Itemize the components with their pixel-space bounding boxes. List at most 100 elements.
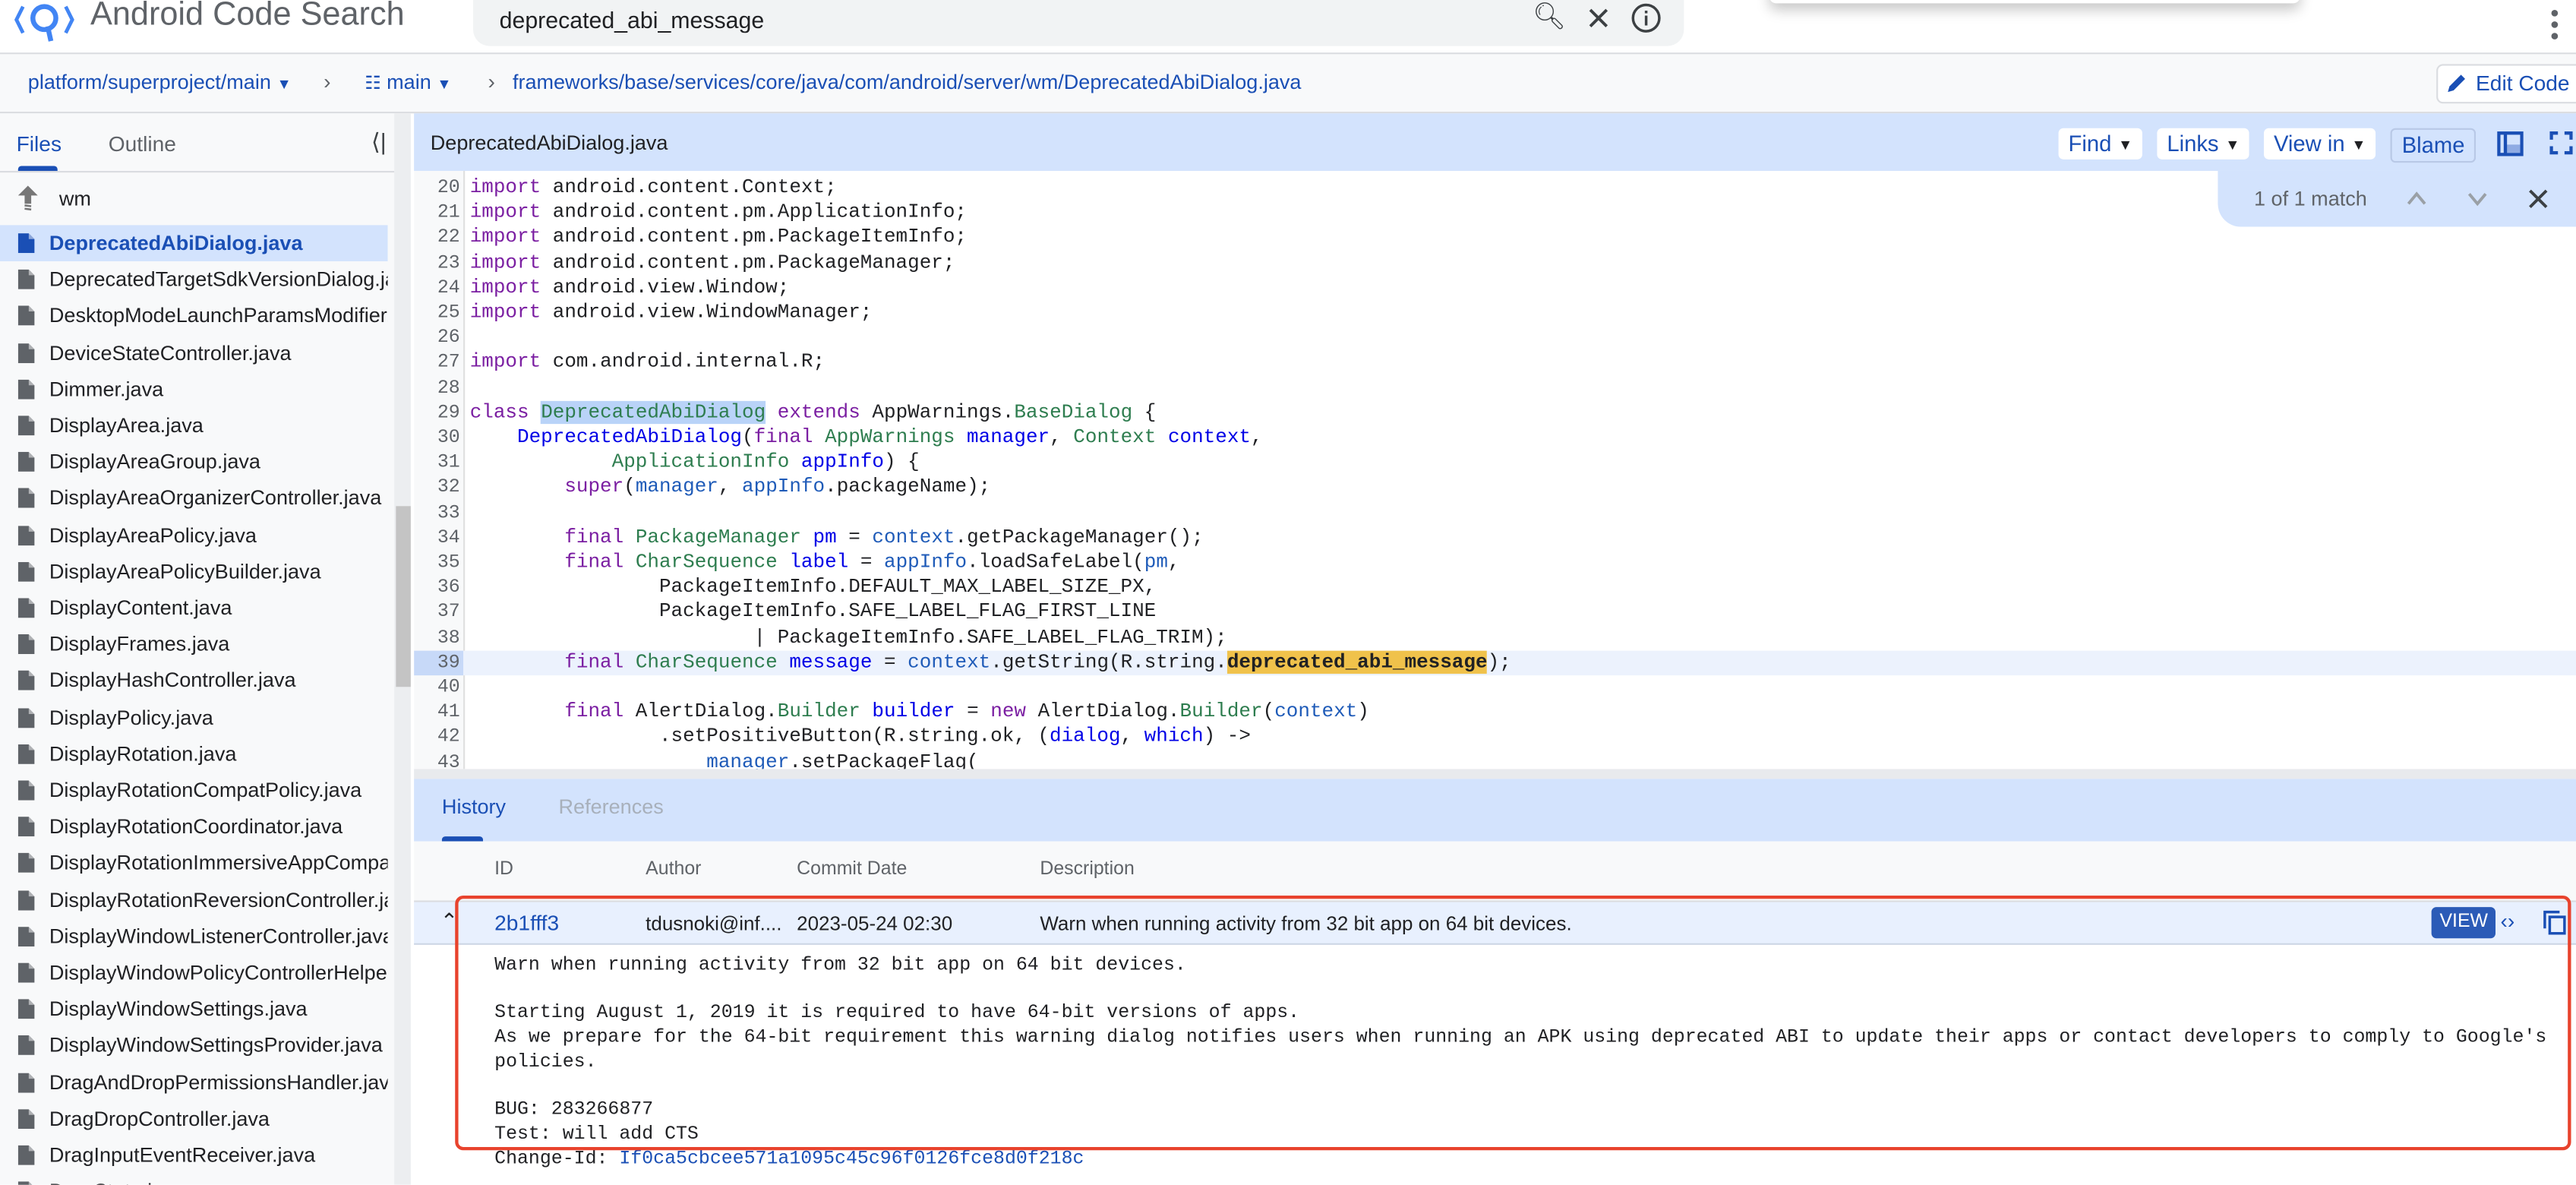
code-line[interactable]: 38 | PackageItemInfo.SAFE_LABEL_FLAG_TRI… (414, 625, 2576, 650)
line-number[interactable]: 43 (427, 750, 460, 769)
code-line[interactable]: 22 import android.content.pm.PackageItemI… (414, 226, 2576, 251)
code-line[interactable]: 42 .setPositiveButton(R.string.ok, (dial… (414, 725, 2576, 750)
code-line[interactable]: 41 final AlertDialog.Builder builder = n… (414, 700, 2576, 725)
parent-directory-row[interactable]: wm (0, 181, 388, 217)
line-number[interactable]: 25 (427, 301, 460, 326)
code-line[interactable]: 37 PackageItemInfo.SAFE_LABEL_FLAG_FIRST… (414, 600, 2576, 625)
file-item[interactable]: DeprecatedTargetSdkVersionDialog.java (0, 261, 388, 298)
code-line[interactable]: 28 (414, 376, 2576, 401)
code-line[interactable]: 34 final PackageManager pm = context.get… (414, 526, 2576, 551)
file-item[interactable]: DisplayAreaOrganizerController.java (0, 481, 388, 517)
file-item[interactable]: DisplayRotationReversionController.java (0, 882, 388, 918)
tab-references[interactable]: References (559, 795, 664, 818)
view-in-button[interactable]: View in ▼ (2263, 128, 2376, 160)
file-item[interactable]: DisplayHashController.java (0, 663, 388, 700)
file-item[interactable]: DeviceStateController.java (0, 334, 388, 371)
file-item[interactable]: DragState.java (0, 1174, 388, 1185)
file-item[interactable]: DisplayRotationImmersiveAppCompatPolicy.… (0, 845, 388, 882)
file-item[interactable]: DisplayPolicy.java (0, 700, 388, 736)
line-number[interactable]: 34 (427, 526, 460, 551)
tab-history[interactable]: History (442, 795, 506, 818)
file-item[interactable]: DragAndDropPermissionsHandler.java (0, 1064, 388, 1101)
code-line[interactable]: 29 class DeprecatedAbiDialog extends AppW… (414, 400, 2576, 425)
tab-files[interactable]: Files (17, 131, 62, 156)
code-token[interactable]: DeprecatedAbiDialog (541, 400, 766, 424)
file-item[interactable]: Dimmer.java (0, 371, 388, 407)
file-item[interactable]: DisplayWindowSettingsProvider.java (0, 1028, 388, 1064)
search-input[interactable] (496, 0, 1522, 40)
find-button[interactable]: Find ▼ (2058, 128, 2143, 160)
line-number[interactable]: 40 (427, 675, 460, 700)
code-line[interactable]: 25 import android.view.WindowManager; (414, 301, 2576, 326)
search-match[interactable]: deprecated_abi_message (1226, 650, 1488, 674)
previous-match-icon[interactable] (2405, 189, 2428, 209)
file-item[interactable]: DisplayRotationCompatPolicy.java (0, 773, 388, 809)
file-item[interactable]: DisplayAreaPolicy.java (0, 517, 388, 554)
blame-button[interactable]: Blame (2390, 128, 2477, 163)
fullscreen-icon[interactable] (2549, 131, 2573, 155)
file-item[interactable]: DisplayAreaPolicyBuilder.java (0, 554, 388, 590)
line-number[interactable]: 29 (427, 400, 460, 425)
code-line[interactable]: 33 (414, 501, 2576, 526)
code-line[interactable]: 36 PackageItemInfo.DEFAULT_MAX_LABEL_SIZ… (414, 576, 2576, 601)
file-item[interactable]: DisplayFrames.java (0, 627, 388, 663)
line-number[interactable]: 33 (427, 501, 460, 526)
line-number[interactable]: 32 (427, 476, 460, 501)
file-item[interactable]: DisplayRotationCoordinator.java (0, 809, 388, 845)
more-vert-icon[interactable] (2543, 7, 2566, 43)
collapse-caret-icon[interactable]: ⌃ (440, 908, 459, 935)
project-selector[interactable]: platform/superproject/main ▼ (28, 71, 292, 93)
code-line[interactable]: 27 import com.android.internal.R; (414, 351, 2576, 376)
line-number[interactable]: 35 (427, 551, 460, 576)
line-number[interactable]: 22 (427, 226, 460, 251)
branch-selector[interactable]: ☷ main ▼ (365, 71, 451, 93)
file-path-link[interactable]: frameworks/base/services/core/java/com/a… (513, 71, 1302, 93)
line-number[interactable]: 27 (427, 351, 460, 376)
code-line[interactable]: 32 super(manager, appInfo.packageName); (414, 476, 2576, 501)
panel-resize-handle[interactable] (414, 769, 2576, 779)
code-line[interactable]: 26 (414, 326, 2576, 351)
links-button[interactable]: Links ▼ (2157, 128, 2250, 160)
code-line[interactable]: 23 import android.content.pm.PackageManag… (414, 251, 2576, 276)
line-number[interactable]: 37 (427, 600, 460, 625)
app-title[interactable]: Android Code Search (90, 0, 405, 34)
view-commit-button[interactable]: VIEW (2431, 907, 2496, 939)
next-match-icon[interactable] (2466, 189, 2489, 209)
file-item[interactable]: DisplayRotation.java (0, 736, 388, 773)
code-line[interactable]: 43 manager.setPackageFlag( (414, 750, 2576, 769)
line-number[interactable]: 38 (427, 625, 460, 650)
info-icon[interactable] (1628, 0, 1665, 36)
line-number[interactable]: 39 (414, 650, 464, 676)
line-number[interactable]: 42 (427, 725, 460, 750)
code-line[interactable]: 24 import android.view.Window; (414, 276, 2576, 301)
line-number[interactable]: 28 (427, 376, 460, 401)
line-number[interactable]: 24 (427, 276, 460, 301)
layout-panel-icon[interactable] (2497, 131, 2524, 156)
file-item[interactable]: DesktopModeLaunchParamsModifier.java (0, 298, 388, 334)
commit-id-link[interactable]: 2b1fff3 (494, 910, 559, 934)
tab-outline[interactable]: Outline (109, 131, 176, 156)
file-item[interactable]: DragInputEventReceiver.java (0, 1137, 388, 1174)
file-item[interactable]: DisplayWindowListenerController.java (0, 918, 388, 955)
sidebar-scrollbar-thumb[interactable] (396, 506, 411, 687)
code-line[interactable]: 31 ApplicationInfo appInfo) { (414, 450, 2576, 476)
file-item[interactable]: DisplayWindowSettings.java (0, 991, 388, 1028)
code-search-logo-icon[interactable] (13, 0, 79, 43)
line-number[interactable]: 23 (427, 251, 460, 276)
code-line[interactable]: 30 DeprecatedAbiDialog(final AppWarnings… (414, 425, 2576, 450)
line-number[interactable]: 21 (427, 201, 460, 226)
file-item[interactable]: DragDropController.java (0, 1101, 388, 1137)
code-view[interactable]: 20 import android.content.Context; 21 impor… (414, 170, 2576, 769)
line-number[interactable]: 31 (427, 450, 460, 476)
change-id-link[interactable]: If0ca5cbcee571a1095c45c96f0126fce8d0f218… (619, 1148, 1084, 1169)
copy-icon[interactable] (2543, 910, 2566, 935)
code-diff-icon[interactable]: ‹› (2500, 908, 2514, 933)
line-number[interactable]: 30 (427, 425, 460, 450)
line-number[interactable]: 20 (427, 175, 460, 201)
code-line[interactable]: 35 final CharSequence label = appInfo.lo… (414, 551, 2576, 576)
code-line[interactable]: 39 final CharSequence message = context.… (414, 650, 2576, 676)
file-item[interactable]: DisplayArea.java (0, 407, 388, 444)
file-item[interactable]: DisplayAreaGroup.java (0, 444, 388, 480)
line-number[interactable]: 36 (427, 576, 460, 601)
line-number[interactable]: 41 (427, 700, 460, 725)
